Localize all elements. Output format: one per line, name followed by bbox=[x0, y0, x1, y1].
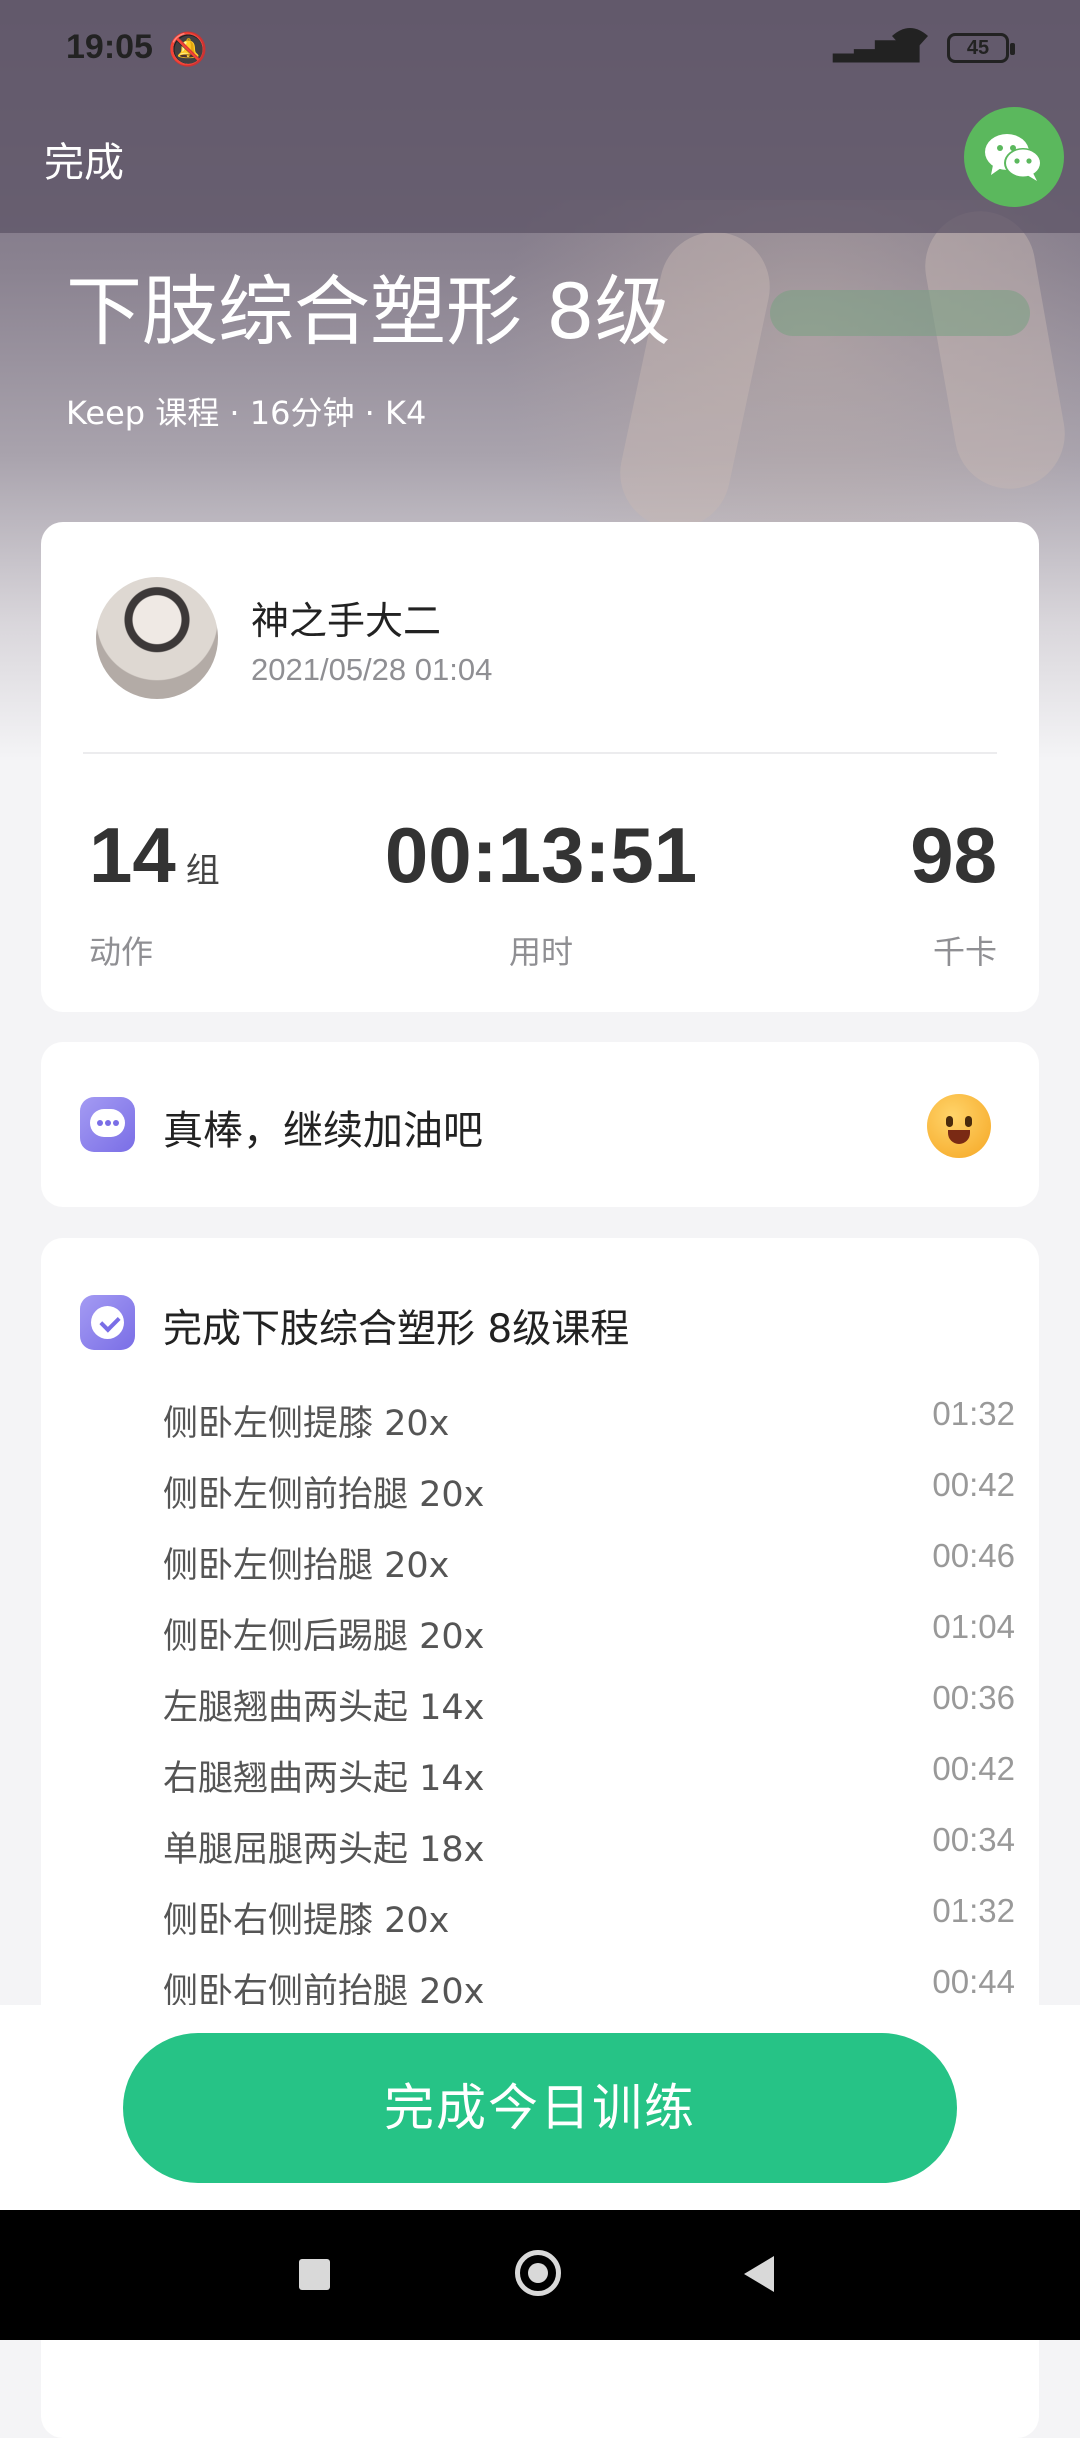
stat-duration-value: 00:13:51 bbox=[384, 811, 698, 899]
exercise-name: 左腿翘曲两头起 14x bbox=[163, 1688, 485, 1728]
exercise-name: 侧卧左侧前抬腿 20x bbox=[163, 1475, 485, 1515]
status-time: 19:05 bbox=[66, 28, 153, 66]
exercise-row: 侧卧左侧提膝 20x 01:32 bbox=[163, 1395, 1015, 1455]
exercise-row: 侧卧左侧后踢腿 20x 01:04 bbox=[163, 1608, 1015, 1668]
check-icon bbox=[80, 1295, 135, 1350]
stat-actions-unit: 组 bbox=[185, 852, 220, 890]
course-title: 下肢综合塑形 8级 bbox=[66, 267, 671, 356]
user-name: 神之手大二 bbox=[251, 599, 442, 643]
exercise-name: 侧卧右侧提膝 20x bbox=[163, 1901, 450, 1941]
system-navigation-bar bbox=[0, 2210, 1080, 2340]
battery-icon: 45 bbox=[947, 33, 1015, 63]
cheer-message: 真棒，继续加油吧 bbox=[163, 1108, 483, 1154]
stat-actions-number: 14 bbox=[89, 811, 176, 899]
wifi-icon bbox=[890, 26, 930, 67]
wechat-icon bbox=[985, 134, 1042, 181]
exercise-time: 01:04 bbox=[932, 1608, 1015, 1645]
stat-calories-label: 千卡 bbox=[932, 933, 997, 971]
exercise-row: 右腿翘曲两头起 14x 00:42 bbox=[163, 1750, 1015, 1810]
stat-actions-value: 14 组 bbox=[89, 810, 220, 901]
recent-apps-icon[interactable] bbox=[299, 2259, 330, 2290]
stat-calories-value: 98 bbox=[910, 811, 997, 899]
exercise-name: 侧卧左侧提膝 20x bbox=[163, 1404, 450, 1444]
exercise-time: 00:34 bbox=[932, 1821, 1015, 1858]
hero-photo-band bbox=[770, 290, 1030, 336]
cheer-card: 真棒，继续加油吧 bbox=[41, 1042, 1039, 1207]
exercise-row: 侧卧左侧抬腿 20x 00:46 bbox=[163, 1537, 1015, 1597]
workout-date: 2021/05/28 01:04 bbox=[251, 652, 493, 687]
exercise-row: 左腿翘曲两头起 14x 00:36 bbox=[163, 1679, 1015, 1739]
exercise-time: 01:32 bbox=[932, 1395, 1015, 1432]
exercise-time: 00:42 bbox=[932, 1750, 1015, 1787]
mute-icon: 🔕 bbox=[168, 31, 208, 67]
summary-card: 神之手大二 2021/05/28 01:04 14 组 动作 00:13:51 用… bbox=[41, 522, 1039, 1012]
wechat-share-button[interactable] bbox=[964, 107, 1064, 207]
completed-course-title: 完成下肢综合塑形 8级课程 bbox=[163, 1307, 630, 1352]
back-icon[interactable] bbox=[744, 2256, 774, 2292]
finish-training-button[interactable]: 完成今日训练 bbox=[123, 2033, 957, 2183]
exercise-name: 右腿翘曲两头起 14x bbox=[163, 1759, 485, 1799]
exercise-time: 00:42 bbox=[932, 1466, 1015, 1503]
chat-bubble-icon bbox=[80, 1097, 135, 1152]
smile-emoji-icon[interactable] bbox=[927, 1094, 991, 1158]
home-icon[interactable] bbox=[515, 2250, 561, 2296]
avatar[interactable] bbox=[96, 577, 218, 699]
exercise-row: 侧卧左侧前抬腿 20x 00:42 bbox=[163, 1466, 1015, 1526]
exercise-time: 00:46 bbox=[932, 1537, 1015, 1574]
course-subtitle: Keep 课程 · 16分钟 · K4 bbox=[66, 394, 427, 432]
exercise-time: 00:44 bbox=[932, 1963, 1015, 2000]
exercise-row: 侧卧右侧提膝 20x 01:32 bbox=[163, 1892, 1015, 1952]
stat-duration-label: 用时 bbox=[508, 933, 573, 971]
exercise-name: 侧卧左侧后踢腿 20x bbox=[163, 1617, 485, 1657]
bottom-action-area: 完成今日训练 bbox=[0, 2005, 1080, 2210]
exercise-time: 01:32 bbox=[932, 1892, 1015, 1929]
stat-actions-label: 动作 bbox=[89, 933, 154, 971]
exercise-time: 00:36 bbox=[932, 1679, 1015, 1716]
exercise-name: 侧卧左侧抬腿 20x bbox=[163, 1546, 450, 1586]
exercise-name: 单腿屈腿两头起 18x bbox=[163, 1830, 485, 1870]
divider bbox=[83, 752, 997, 754]
exercise-row: 单腿屈腿两头起 18x 00:34 bbox=[163, 1821, 1015, 1881]
status-bar: 19:05 🔕 ▂▃▅▆ 45 bbox=[0, 0, 1080, 100]
done-button[interactable]: 完成 bbox=[44, 130, 124, 188]
